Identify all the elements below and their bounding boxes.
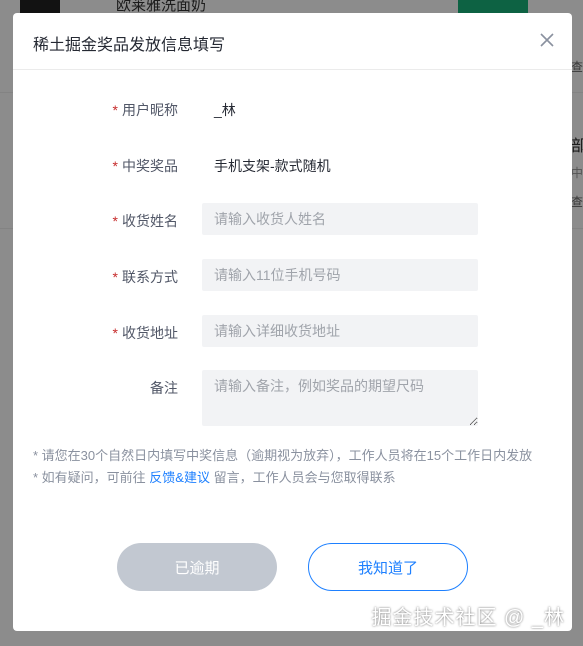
prize-label-text: 中奖奖品 [122, 158, 178, 174]
required-mark: * [112, 269, 118, 285]
phone-label: * 联系方式 [113, 267, 178, 287]
expired-button[interactable]: 已逾期 [117, 543, 277, 591]
form-row-prize: * 中奖奖品 手机支架-款式随机 [13, 148, 572, 180]
phone-input[interactable] [202, 259, 478, 291]
prize-value: 手机支架-款式随机 [214, 158, 331, 174]
notice-contact-prefix: * 如有疑问，可前往 [33, 470, 150, 485]
prize-label: * 中奖奖品 [113, 156, 178, 176]
address-label: * 收货地址 [113, 323, 178, 343]
recipient-name-input[interactable] [202, 203, 478, 235]
nickname-value: _林 [214, 102, 236, 118]
form-row-remark: 备注 [13, 370, 572, 426]
remark-textarea[interactable] [202, 370, 478, 426]
notice-contact-suffix: 留言，工作人员会与您取得联系 [209, 470, 396, 485]
dialog-title: 稀土掘金奖品发放信息填写 [33, 37, 226, 54]
phone-label-text: 联系方式 [122, 269, 178, 285]
form-row-recipient-name: * 收货姓名 [13, 203, 572, 235]
nickname-label-text: 用户昵称 [122, 102, 178, 118]
address-label-text: 收货地址 [122, 325, 178, 341]
remark-label: 备注 [150, 378, 178, 398]
remark-label-text: 备注 [150, 380, 178, 396]
recipient-name-label-text: 收货姓名 [122, 213, 178, 229]
nickname-label: * 用户昵称 [113, 100, 178, 120]
required-mark: * [112, 213, 118, 229]
address-input[interactable] [202, 315, 478, 347]
close-button[interactable] [536, 29, 558, 51]
notice-contact: * 如有疑问，可前往 反馈&建议 留言，工作人员会与您取得联系 [33, 467, 558, 489]
prize-info-dialog: 稀土掘金奖品发放信息填写 * 用户昵称 _林 * 中奖奖品 手机支架-款式随机 * 收… [13, 13, 572, 631]
dialog-header: 稀土掘金奖品发放信息填写 [13, 13, 572, 70]
acknowledge-button[interactable]: 我知道了 [308, 543, 468, 591]
notice-deadline: * 请您在30个自然日内填写中奖信息（逾期视为放弃），工作人员将在15个工作日内… [33, 448, 533, 463]
form-row-address: * 收货地址 [13, 315, 572, 347]
required-mark: * [112, 102, 118, 118]
close-icon [540, 33, 554, 47]
watermark: 掘金技术社区 @ _林 [371, 607, 565, 629]
form-row-phone: * 联系方式 [13, 259, 572, 291]
required-mark: * [112, 158, 118, 174]
feedback-link[interactable]: 反馈&建议 [149, 470, 210, 485]
notice-text: * 请您在30个自然日内填写中奖信息（逾期视为放弃），工作人员将在15个工作日内… [33, 445, 558, 489]
form-row-nickname: * 用户昵称 _林 [13, 92, 572, 124]
required-mark: * [112, 325, 118, 341]
recipient-name-label: * 收货姓名 [113, 211, 178, 231]
